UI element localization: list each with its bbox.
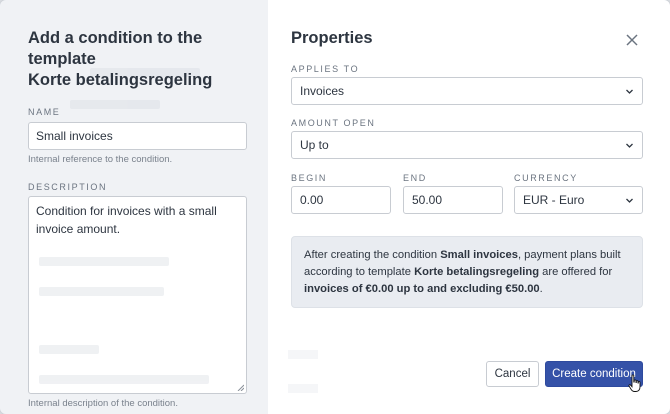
modal-title: Add a condition to the template Korte be…: [28, 28, 248, 91]
applies-to-label: APPLIES TO: [291, 64, 360, 74]
modal-title-line-1: Add a condition to the template: [28, 29, 203, 68]
chevron-down-icon: [626, 198, 633, 203]
applies-to-select[interactable]: Invoices: [291, 77, 643, 105]
currency-label: CURRENCY: [514, 173, 578, 183]
textarea-ghost-content: [37, 257, 238, 387]
description-helper-text: Internal description of the condition.: [28, 398, 178, 409]
properties-title: Properties: [291, 29, 373, 47]
end-label: END: [403, 173, 427, 183]
summary-template-name: Korte betalingsregeling: [414, 266, 540, 278]
condition-summary-box: After creating the condition Small invoi…: [291, 236, 643, 308]
chevron-down-icon: [626, 89, 633, 94]
name-label: NAME: [28, 107, 61, 117]
background-ghost-content-right: [288, 300, 640, 414]
resize-grip-icon[interactable]: [237, 384, 244, 391]
begin-label: BEGIN: [291, 173, 328, 183]
amount-open-select[interactable]: Up to: [291, 131, 643, 159]
amount-open-label: AMOUNT OPEN: [291, 118, 376, 128]
description-label: DESCRIPTION: [28, 182, 108, 192]
chevron-down-icon: [626, 143, 633, 148]
properties-panel: Properties APPLIES TO Invoices AMOUNT OP…: [268, 0, 670, 414]
applies-to-value: Invoices: [300, 84, 345, 98]
summary-text-3: are offered for: [539, 266, 613, 278]
summary-condition-name: Small invoices: [440, 249, 518, 261]
close-icon[interactable]: [624, 32, 640, 48]
description-text: Condition for invoices with a small invo…: [36, 204, 217, 236]
currency-value: EUR - Euro: [523, 193, 585, 207]
end-input[interactable]: 50.00: [403, 186, 503, 214]
name-helper-text: Internal reference to the condition.: [28, 154, 173, 165]
pointer-hand-icon: [628, 374, 641, 392]
begin-input[interactable]: 0.00: [291, 186, 391, 214]
description-textarea[interactable]: Condition for invoices with a small invo…: [28, 196, 247, 394]
name-input[interactable]: Small invoices: [28, 122, 247, 150]
modal-title-line-2: Korte betalingsregeling: [28, 71, 213, 89]
condition-details-panel: Add a condition to the template Korte be…: [0, 0, 268, 414]
cancel-button[interactable]: Cancel: [486, 361, 539, 387]
summary-text-1: After creating the condition: [304, 249, 441, 261]
currency-select[interactable]: EUR - Euro: [514, 186, 643, 214]
summary-amount-range: invoices of €0.00 up to and excluding €5…: [304, 283, 540, 295]
summary-text-4: .: [539, 283, 543, 295]
amount-open-value: Up to: [300, 138, 329, 152]
add-condition-modal: Add a condition to the template Korte be…: [0, 0, 670, 414]
